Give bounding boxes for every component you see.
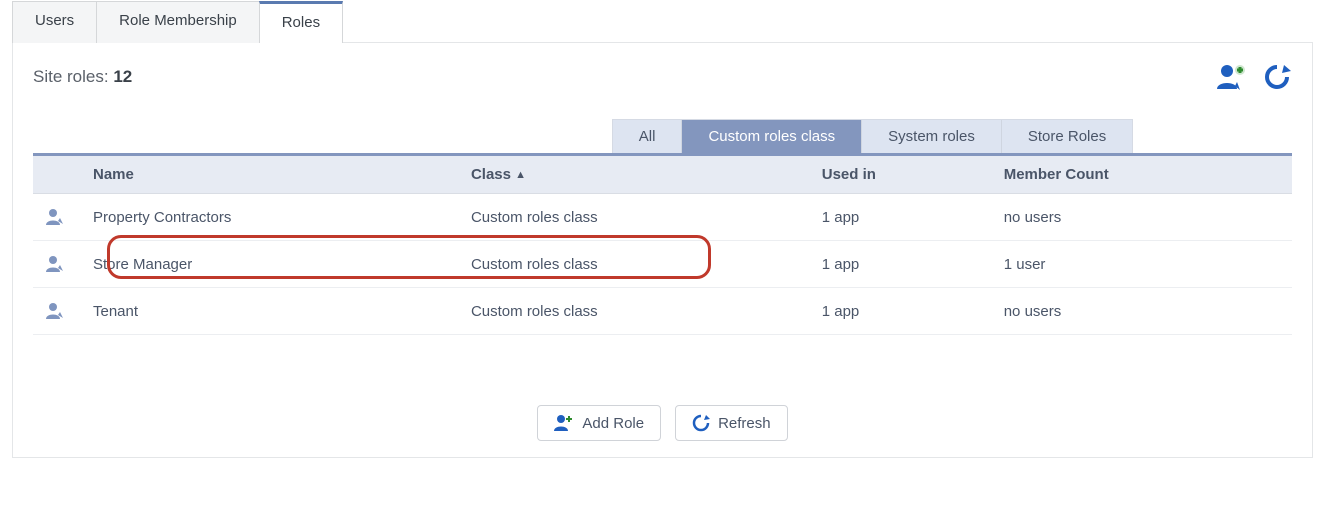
tab-role-membership[interactable]: Role Membership [96,1,260,43]
sort-asc-icon: ▲ [515,169,526,181]
row-used-in: 1 app [810,241,992,288]
row-class: Custom roles class [459,241,810,288]
row-class: Custom roles class [459,288,810,335]
row-used-in: 1 app [810,194,992,241]
add-role-icon[interactable] [1214,63,1248,91]
refresh-small-icon [692,414,710,432]
site-roles-label: Site roles: [33,67,109,86]
col-class-label: Class [471,166,511,183]
col-icon [33,156,81,194]
table-row[interactable]: Store ManagerCustom roles class1 app1 us… [33,241,1292,288]
filter-all[interactable]: All [613,120,683,153]
row-used-in: 1 app [810,288,992,335]
user-plus-icon [554,414,574,432]
roles-panel: Site roles: 12 [12,42,1313,458]
role-icon [33,194,81,241]
add-role-label: Add Role [582,415,644,432]
tab-users[interactable]: Users [12,1,97,43]
role-icon [33,288,81,335]
row-member-count: no users [992,288,1292,335]
col-class[interactable]: Class ▲ [459,156,810,194]
row-name: Store Manager [81,241,459,288]
row-member-count: no users [992,194,1292,241]
filter-custom[interactable]: Custom roles class [682,120,862,153]
table-row[interactable]: Property ContractorsCustom roles class1 … [33,194,1292,241]
col-used-in[interactable]: Used in [810,156,992,194]
col-member-count[interactable]: Member Count [992,156,1292,194]
refresh-icon[interactable] [1262,63,1292,91]
col-name[interactable]: Name [81,156,459,194]
class-filter-tabs: All Custom roles class System roles Stor… [612,119,1133,153]
roles-table: Name Class ▲ Used in Member Count Proper… [33,156,1292,335]
main-tabs: Users Role Membership Roles [12,0,1313,42]
site-roles-count: 12 [113,67,132,86]
row-name: Tenant [81,288,459,335]
row-class: Custom roles class [459,194,810,241]
row-name: Property Contractors [81,194,459,241]
add-role-button[interactable]: Add Role [537,405,661,441]
refresh-button[interactable]: Refresh [675,405,788,441]
tab-roles[interactable]: Roles [259,1,343,43]
row-member-count: 1 user [992,241,1292,288]
table-row[interactable]: TenantCustom roles class1 appno users [33,288,1292,335]
refresh-label: Refresh [718,415,771,432]
site-roles-summary: Site roles: 12 [33,67,132,87]
role-icon [33,241,81,288]
filter-system[interactable]: System roles [862,120,1002,153]
filter-store[interactable]: Store Roles [1002,120,1132,153]
